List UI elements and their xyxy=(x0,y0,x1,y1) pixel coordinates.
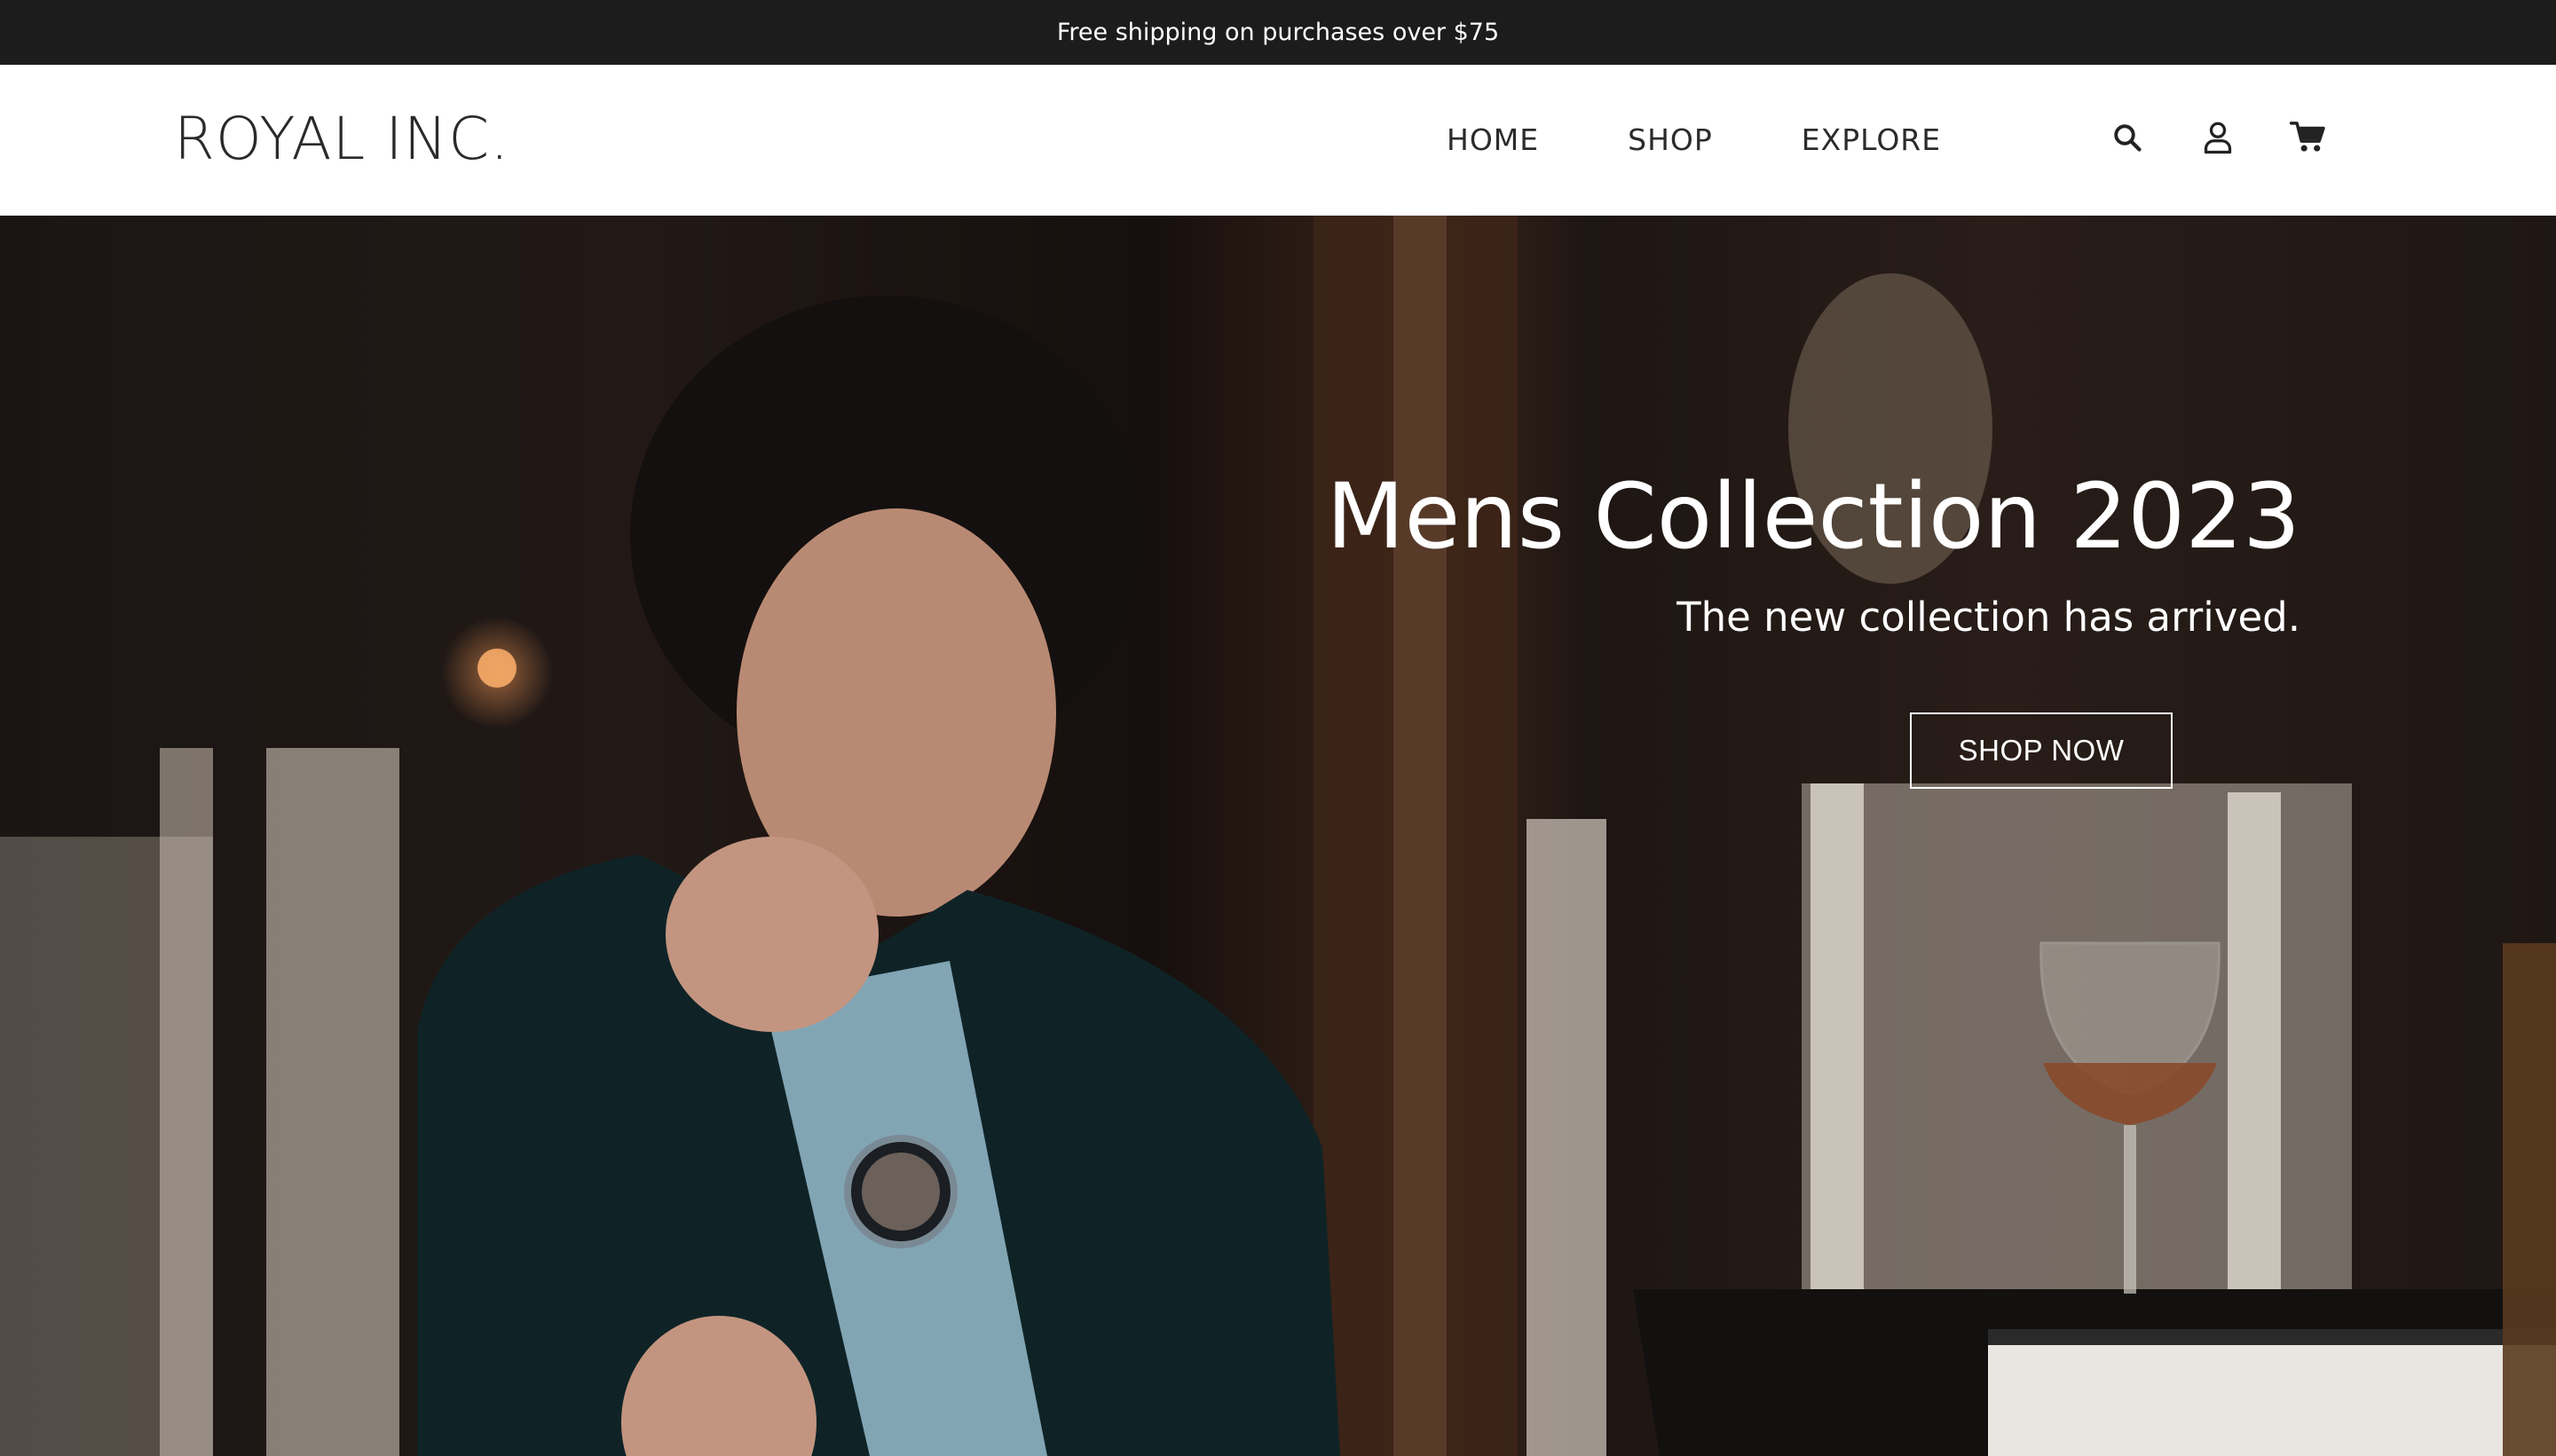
announcement-text: Free shipping on purchases over $75 xyxy=(1056,19,1500,46)
hero-title: Mens Collection 2023 xyxy=(1326,464,2301,570)
logo[interactable]: ROYAL INC. xyxy=(174,104,509,175)
header-icons xyxy=(2108,115,2379,160)
nav-home[interactable]: HOME xyxy=(1447,118,1539,162)
search-icon[interactable] xyxy=(2108,115,2147,160)
hero-subtitle: The new collection has arrived. xyxy=(1676,594,2300,641)
user-icon[interactable] xyxy=(2198,115,2237,160)
main-nav: HOME SHOP EXPLORE xyxy=(1447,118,2030,162)
announcement-bar: Free shipping on purchases over $75 xyxy=(0,0,2556,65)
nav-shop[interactable]: SHOP xyxy=(1628,118,1713,162)
cart-icon[interactable] xyxy=(2289,115,2328,160)
nav-explore[interactable]: EXPLORE xyxy=(1802,118,1941,162)
hero-banner: Mens Collection 2023 The new collection … xyxy=(0,216,2556,1456)
shop-now-button[interactable]: SHOP NOW xyxy=(1910,712,2173,789)
hero-image xyxy=(0,216,2556,1456)
site-header: ROYAL INC. HOME SHOP EXPLORE xyxy=(0,65,2556,216)
